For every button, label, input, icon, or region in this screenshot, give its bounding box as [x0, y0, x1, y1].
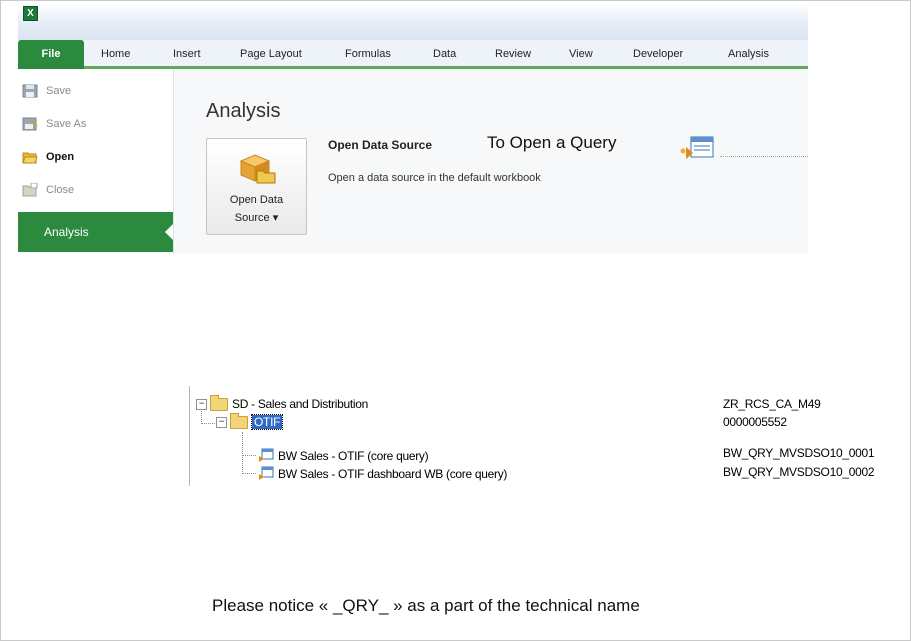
tree-node-sd[interactable]: − SD - Sales and Distribution	[196, 394, 368, 411]
tree-node-label: OTIF	[250, 414, 284, 430]
folder-icon	[230, 412, 248, 429]
backstage-open-label: Open	[46, 151, 75, 163]
tab-analysis[interactable]: Analysis	[728, 48, 769, 60]
tree-node-otif[interactable]: − OTIF	[216, 412, 284, 430]
tree-node-query-1[interactable]: BW Sales - OTIF (core query)	[258, 448, 429, 463]
tab-home[interactable]: Home	[101, 48, 130, 60]
backstage-analysis-label: Analysis	[44, 225, 89, 239]
open-data-source-label-2: Source ▾	[234, 212, 279, 224]
tech-name: BW_QRY_MVSDSO10_0001	[723, 446, 875, 460]
tab-insert[interactable]: Insert	[173, 48, 201, 60]
selection-notch	[165, 224, 173, 240]
title-bar	[18, 4, 808, 40]
tech-name: 0000005552	[723, 415, 787, 429]
open-data-source-title: Open Data Source	[328, 138, 433, 152]
open-folder-icon	[22, 150, 38, 164]
tree-connector	[201, 423, 215, 424]
tree-connector	[242, 473, 256, 474]
tree-node-label: BW Sales - OTIF dashboard WB (core query…	[278, 466, 508, 481]
ribbon-tab-bar: Home Insert Page Layout Formulas Data Re…	[18, 40, 808, 69]
tech-name: ZR_RCS_CA_M49	[723, 397, 821, 411]
open-data-source-icon	[237, 149, 277, 190]
excel-icon[interactable]: X	[23, 6, 38, 21]
tech-name: BW_QRY_MVSDSO10_0002	[723, 465, 875, 479]
tab-formulas[interactable]: Formulas	[345, 48, 391, 60]
annotation-notice: Please notice « _QRY_ » as a part of the…	[212, 596, 640, 615]
query-icon	[258, 466, 274, 481]
open-data-source-label-1: Open Data	[229, 194, 284, 206]
collapse-toggle-icon[interactable]: −	[196, 398, 207, 410]
tree-node-label: BW Sales - OTIF (core query)	[278, 448, 429, 463]
tab-data[interactable]: Data	[433, 48, 456, 60]
open-data-source-description: Open a data source in the default workbo…	[328, 172, 541, 184]
panel-heading: Analysis	[206, 100, 281, 122]
tab-review[interactable]: Review	[495, 48, 531, 60]
backstage-save-label: Save	[46, 85, 72, 97]
tab-file[interactable]: File	[18, 40, 84, 69]
save-icon	[22, 84, 38, 98]
open-data-source-button[interactable]: Open Data Source ▾	[206, 138, 307, 235]
backstage-close-label: Close	[46, 184, 75, 196]
tree-connector	[242, 455, 256, 456]
section-divider	[720, 156, 808, 157]
backstage-save[interactable]: Save	[22, 84, 71, 98]
backstage-save-as-label: Save As	[46, 118, 87, 130]
save-as-icon	[22, 117, 38, 131]
backstage-open[interactable]: Open	[22, 150, 74, 164]
tab-view[interactable]: View	[569, 48, 593, 60]
annotation-to-open: To Open a Query	[487, 133, 617, 152]
tab-page-layout[interactable]: Page Layout	[240, 48, 302, 60]
tree-node-label: SD - Sales and Distribution	[232, 397, 368, 411]
query-window-icon	[677, 135, 717, 168]
backstage-save-as[interactable]: Save As	[22, 117, 86, 131]
backstage-analysis[interactable]: Analysis	[18, 212, 173, 252]
collapse-toggle-icon[interactable]: −	[216, 416, 227, 428]
tree-connector	[242, 432, 243, 474]
tree-node-query-2[interactable]: BW Sales - OTIF dashboard WB (core query…	[258, 466, 507, 481]
close-folder-icon	[22, 182, 38, 197]
backstage-close[interactable]: Close	[22, 182, 75, 197]
tree-border	[189, 386, 190, 486]
tab-developer[interactable]: Developer	[633, 48, 683, 60]
folder-icon	[210, 394, 228, 411]
query-icon	[258, 448, 274, 463]
